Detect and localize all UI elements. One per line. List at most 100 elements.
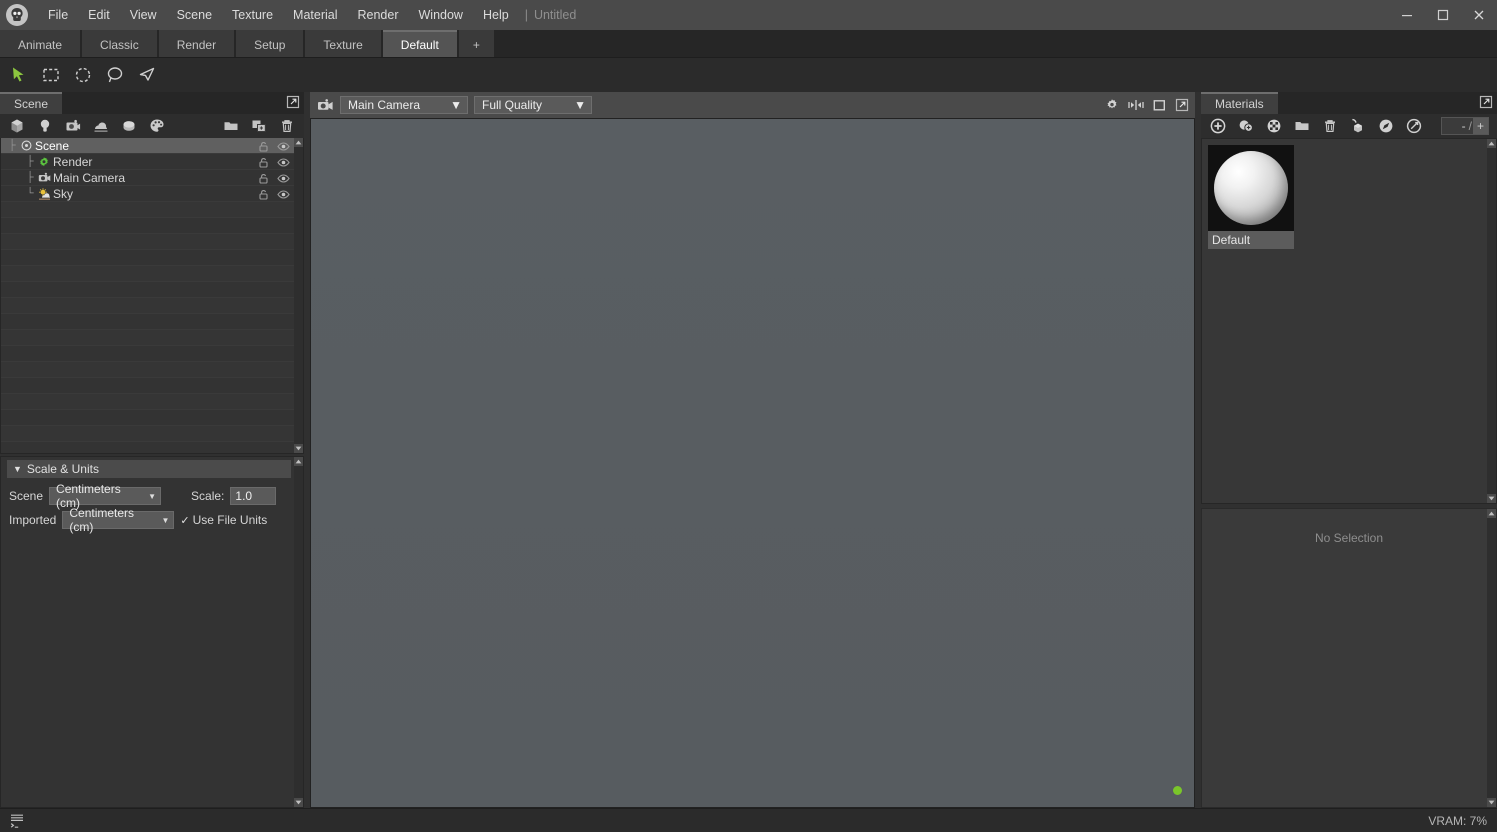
collapse-caret-icon[interactable]: ▼ (13, 464, 22, 474)
tab-materials[interactable]: Materials (1201, 92, 1278, 114)
tree-twisty-scene[interactable]: ├ (5, 140, 19, 151)
add-workspace-tab-button[interactable]: + (459, 30, 494, 57)
viewport-quality-value: Full Quality (482, 98, 542, 112)
rectangle-marquee-tool[interactable] (40, 64, 62, 86)
maximize-icon[interactable] (1425, 0, 1461, 30)
scrollbar-up-icon[interactable] (1487, 139, 1496, 148)
unlocked-icon[interactable] (258, 157, 269, 168)
checker-material-icon[interactable] (1265, 117, 1283, 135)
add-material-icon[interactable] (148, 117, 166, 135)
menu-item-scene[interactable]: Scene (167, 0, 222, 30)
tab-scene[interactable]: Scene (0, 92, 62, 114)
scene-tree-empty-row (1, 362, 294, 378)
properties-body[interactable]: No Selection (1201, 508, 1497, 808)
split-view-icon[interactable] (1128, 99, 1144, 111)
viewport-quality-dropdown[interactable]: Full Quality ▼ (474, 96, 592, 114)
scale-units-header[interactable]: ▼ Scale & Units (7, 460, 291, 478)
add-environment-icon[interactable] (92, 117, 110, 135)
menu-item-file[interactable]: File (38, 0, 78, 30)
scrollbar-down-icon[interactable] (294, 798, 303, 807)
right-column: Materials (1201, 92, 1497, 808)
select-arrow-tool[interactable] (8, 64, 30, 86)
scene-tree-row-sky[interactable]: └ Sky (1, 186, 294, 202)
chevron-down-icon: ▼ (148, 492, 156, 501)
scene-tree[interactable]: ├ Scene (0, 138, 304, 454)
folder-icon[interactable] (1293, 117, 1311, 135)
duplicate-material-icon[interactable] (1237, 117, 1255, 135)
reload-icon[interactable] (1377, 117, 1395, 135)
scene-tree-empty-row (1, 330, 294, 346)
expand-panel-icon[interactable] (1479, 95, 1493, 109)
menu-item-window[interactable]: Window (409, 0, 473, 30)
use-file-units-checkbox[interactable]: ✓ Use File Units (180, 513, 267, 527)
unlocked-icon[interactable] (258, 141, 269, 152)
counter-plus-button[interactable]: + (1473, 118, 1488, 134)
scrollbar-up-icon[interactable] (294, 138, 303, 147)
scrollbar-down-icon[interactable] (1487, 798, 1496, 807)
add-geometry-icon[interactable] (120, 117, 138, 135)
minimize-icon[interactable] (1389, 0, 1425, 30)
new-folder-icon[interactable] (222, 117, 240, 135)
workspace-tab-classic[interactable]: Classic (82, 30, 157, 57)
render-viewport[interactable] (310, 118, 1195, 808)
eye-icon[interactable] (277, 173, 290, 184)
workspace-tab-texture[interactable]: Texture (305, 30, 380, 57)
workspace-tab-animate[interactable]: Animate (0, 30, 80, 57)
menu-item-edit[interactable]: Edit (78, 0, 120, 30)
add-material-icon[interactable] (1209, 117, 1227, 135)
add-light-icon[interactable] (36, 117, 54, 135)
camera-node-icon (37, 171, 51, 185)
eye-icon[interactable] (277, 157, 290, 168)
properties-scrollbar[interactable] (1487, 509, 1496, 807)
menu-item-texture[interactable]: Texture (222, 0, 283, 30)
scale-input[interactable]: 1.0 (230, 487, 276, 505)
unlocked-icon[interactable] (258, 173, 269, 184)
scene-unit-dropdown[interactable]: Centimeters (cm) ▼ (49, 487, 161, 505)
unlocked-icon[interactable] (258, 189, 269, 200)
pick-material-icon[interactable] (1405, 117, 1423, 135)
scale-units-scrollbar[interactable] (294, 457, 303, 807)
add-camera-icon[interactable] (64, 117, 82, 135)
menu-item-render[interactable]: Render (348, 0, 409, 30)
workspace-tab-default[interactable]: Default (383, 30, 457, 57)
gear-icon[interactable] (1105, 98, 1119, 112)
workspace-tab-setup[interactable]: Setup (236, 30, 303, 57)
scrollbar-down-icon[interactable] (294, 444, 303, 453)
viewport-header-actions (1105, 92, 1189, 118)
expand-panel-icon[interactable] (286, 95, 300, 109)
lasso-tool[interactable] (104, 64, 126, 86)
imported-unit-value: Centimeters (cm) (69, 506, 151, 534)
scene-tree-scrollbar[interactable] (294, 138, 303, 453)
polygon-lasso-tool[interactable] (136, 64, 158, 86)
delete-icon[interactable] (278, 117, 296, 135)
menu-item-help[interactable]: Help (473, 0, 519, 30)
materials-grid[interactable]: Default (1201, 138, 1497, 504)
workspace-tab-render[interactable]: Render (159, 30, 234, 57)
viewport-camera-dropdown[interactable]: Main Camera ▼ (340, 96, 468, 114)
eye-icon[interactable] (277, 189, 290, 200)
scene-tree-row-main-camera[interactable]: ├ Main Camera (1, 170, 294, 186)
material-item-default[interactable]: Default (1208, 145, 1294, 249)
material-counter-stepper[interactable]: - / + (1441, 117, 1489, 135)
scrollbar-up-icon[interactable] (294, 457, 303, 466)
scene-tree-row-render[interactable]: ├ Render (1, 154, 294, 170)
close-icon[interactable] (1461, 0, 1497, 30)
scrollbar-up-icon[interactable] (1487, 509, 1496, 518)
duplicate-icon[interactable] (250, 117, 268, 135)
menu-item-material[interactable]: Material (283, 0, 347, 30)
region-icon[interactable] (1153, 99, 1166, 112)
console-icon[interactable] (10, 813, 28, 829)
eye-icon[interactable] (277, 141, 290, 152)
imported-unit-dropdown[interactable]: Centimeters (cm) ▼ (62, 511, 174, 529)
materials-scrollbar[interactable] (1487, 139, 1496, 503)
add-mesh-icon[interactable] (8, 117, 26, 135)
counter-minus-button[interactable]: - (1460, 119, 1468, 133)
menu-item-view[interactable]: View (120, 0, 167, 30)
scene-tree-row-scene[interactable]: ├ Scene (1, 138, 294, 154)
ellipse-marquee-tool[interactable] (72, 64, 94, 86)
delete-icon[interactable] (1321, 117, 1339, 135)
scrollbar-down-icon[interactable] (1487, 494, 1496, 503)
left-splitter[interactable] (304, 92, 308, 808)
expand-panel-icon[interactable] (1175, 98, 1189, 112)
apply-to-object-icon[interactable] (1349, 117, 1367, 135)
